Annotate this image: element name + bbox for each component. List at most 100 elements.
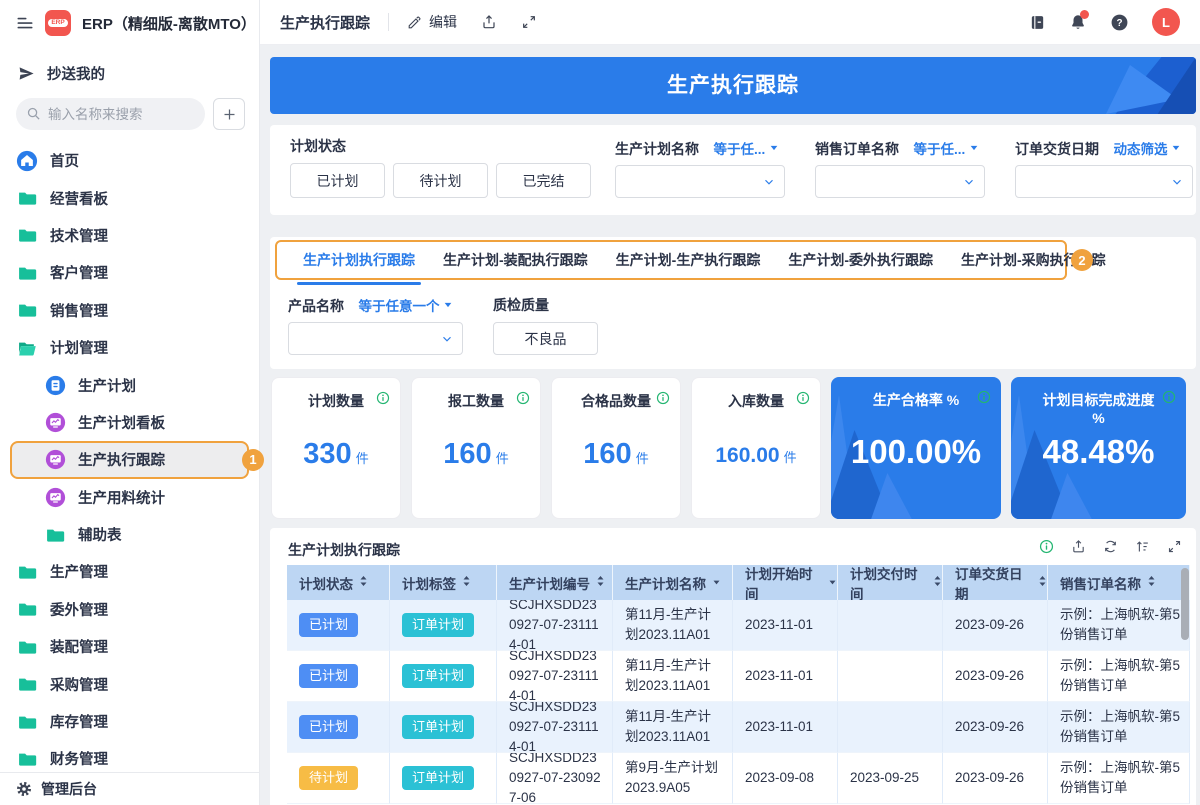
sidebar-item-11[interactable]: 生产管理 <box>0 553 259 590</box>
sales-order-operator[interactable]: 等于任... <box>913 138 979 158</box>
pencil-icon <box>407 15 422 30</box>
column-label: 计划交付时间 <box>850 565 927 600</box>
sidebar-item-12[interactable]: 委外管理 <box>0 591 259 628</box>
info-icon[interactable] <box>1039 539 1054 554</box>
kpi-value: 160件 <box>412 438 540 471</box>
kpi-unit: 件 <box>636 451 649 466</box>
sales-order-select[interactable] <box>815 165 985 198</box>
delivery-date-label: 订单交货日期 <box>1015 141 1099 157</box>
kpi-title: 计划数量 <box>272 391 400 411</box>
info-icon[interactable] <box>1162 390 1176 407</box>
column-label: 计划状态 <box>299 573 353 593</box>
sidebar-item-14[interactable]: 采购管理 <box>0 665 259 702</box>
defective-filter-button[interactable]: 不良品 <box>493 322 598 355</box>
product-name-operator[interactable]: 等于任意一个 <box>358 295 453 315</box>
cell-start-date: 2023-11-01 <box>733 702 838 753</box>
folder-icon <box>16 225 38 245</box>
quality-label: 质检质量 <box>493 295 549 315</box>
table-scrollbar[interactable] <box>1181 568 1189 640</box>
cell-plan-name: 第9月-生产计划2023.9A05 <box>613 753 733 804</box>
sidebar-item-2[interactable]: 技术管理 <box>0 217 259 254</box>
sidebar-item-13[interactable]: 装配管理 <box>0 628 259 665</box>
cell-text: SCJHXSDD230927-07-231114-01 <box>509 600 604 651</box>
column-header-2[interactable]: 生产计划编号 <box>497 565 613 600</box>
product-name-label: 产品名称 <box>288 298 344 314</box>
notifications-button[interactable] <box>1069 13 1087 31</box>
plan-status-option-2[interactable]: 已完结 <box>496 163 591 198</box>
sidebar-item-label: 辅助表 <box>78 524 122 545</box>
sidebar-item-9[interactable]: 生产用料统计 <box>0 479 259 516</box>
kpi-card-1: 报工数量160件 <box>411 377 541 519</box>
column-header-3[interactable]: 生产计划名称 <box>613 565 733 600</box>
column-header-4[interactable]: 计划开始时间 <box>733 565 838 600</box>
tab-2[interactable]: 生产计划-生产执行跟踪 <box>602 240 775 280</box>
info-icon[interactable] <box>977 390 991 407</box>
plan-status-label: 计划状态 <box>290 136 346 156</box>
info-icon[interactable] <box>796 391 810 408</box>
avatar[interactable]: L <box>1152 8 1180 36</box>
column-header-6[interactable]: 订单交货日期 <box>943 565 1048 600</box>
table-fullscreen-icon[interactable] <box>1167 539 1182 554</box>
sidebar-item-label: 库存管理 <box>50 711 108 732</box>
tab-label: 生产计划执行跟踪 <box>303 250 415 270</box>
sidebar-item-label: 委外管理 <box>50 599 108 620</box>
cell-sales-order: 示例：上海帆软-第5份销售订单 <box>1048 651 1190 702</box>
column-header-7[interactable]: 销售订单名称 <box>1048 565 1190 600</box>
sidebar-item-7[interactable]: 生产计划看板 <box>0 404 259 441</box>
table-panel: 生产计划执行跟踪 计划状态计划标签生产计划编号生产计划名称计划开始时间计划交付时… <box>270 528 1196 805</box>
plan-status-buttons: 已计划待计划已完结 <box>290 163 591 198</box>
admin-label: 管理后台 <box>41 779 97 799</box>
kpi-card-4: 生产合格率 %100.00% <box>831 377 1001 519</box>
delivery-date-operator[interactable]: 动态筛选 <box>1113 138 1181 158</box>
product-name-select[interactable] <box>288 322 463 355</box>
cell-text: 2023-09-26 <box>955 615 1024 635</box>
search-input[interactable] <box>16 98 205 130</box>
sidebar-item-0[interactable]: 首页 <box>0 142 259 179</box>
column-header-0[interactable]: 计划状态 <box>287 565 390 600</box>
info-icon[interactable] <box>656 391 670 408</box>
edit-label: 编辑 <box>429 12 457 32</box>
sidebar-item-4[interactable]: 销售管理 <box>0 292 259 329</box>
cell-text: 示例：上海帆软-第5份销售订单 <box>1060 758 1181 799</box>
refresh-icon[interactable] <box>1103 539 1118 554</box>
table-export-icon[interactable] <box>1071 539 1086 554</box>
add-button[interactable] <box>213 98 245 130</box>
info-icon[interactable] <box>376 391 390 408</box>
tab-0[interactable]: 生产计划执行跟踪 <box>289 240 429 280</box>
sidebar-item-3[interactable]: 客户管理 <box>0 254 259 291</box>
edit-button[interactable]: 编辑 <box>407 12 457 32</box>
plan-name-operator[interactable]: 等于任... <box>713 138 779 158</box>
filter-panel: 计划状态 已计划待计划已完结 生产计划名称 等于任... 销售订单名称 等于任.… <box>270 125 1196 215</box>
tab-1[interactable]: 生产计划-装配执行跟踪 <box>429 240 602 280</box>
info-icon[interactable] <box>516 391 530 408</box>
sidebar-item-label: 生产执行跟踪 <box>78 449 165 470</box>
sidebar-item-5[interactable]: 计划管理 <box>0 329 259 366</box>
sidebar-item-10[interactable]: 辅助表 <box>0 516 259 553</box>
sidebar-item-1[interactable]: 经营看板 <box>0 179 259 216</box>
tab-4[interactable]: 生产计划-采购执行跟踪 <box>947 240 1120 280</box>
fullscreen-button[interactable] <box>521 14 537 30</box>
sidebar-item-15[interactable]: 库存管理 <box>0 703 259 740</box>
sidebar-item-6[interactable]: 生产计划 <box>0 366 259 403</box>
column-label: 生产计划编号 <box>509 573 590 593</box>
delivery-date-select[interactable] <box>1015 165 1193 198</box>
sort-settings-icon[interactable] <box>1135 539 1150 554</box>
plan-name-select[interactable] <box>615 165 785 198</box>
collapse-menu-icon[interactable] <box>16 15 34 31</box>
column-header-5[interactable]: 计划交付时间 <box>838 565 943 600</box>
kpi-value: 100.00% <box>831 433 1001 471</box>
kpi-value: 48.48% <box>1011 433 1186 471</box>
tab-3[interactable]: 生产计划-委外执行跟踪 <box>774 240 947 280</box>
sidebar-item-8[interactable]: 生产执行跟踪1 <box>10 441 249 478</box>
sort-icon <box>359 575 368 590</box>
export-button[interactable] <box>481 14 497 30</box>
cell-plan-status: 已计划 <box>287 651 390 702</box>
kpi-title: 合格品数量 <box>552 391 680 411</box>
notebook-button[interactable] <box>1029 14 1046 31</box>
plan-status-option-1[interactable]: 待计划 <box>393 163 488 198</box>
column-header-1[interactable]: 计划标签 <box>390 565 497 600</box>
help-button[interactable]: ? <box>1110 13 1129 32</box>
sidebar-item-copy-to-me[interactable]: 抄送我的 <box>18 58 259 88</box>
sidebar-item-admin[interactable]: 管理后台 <box>0 772 259 805</box>
plan-status-option-0[interactable]: 已计划 <box>290 163 385 198</box>
